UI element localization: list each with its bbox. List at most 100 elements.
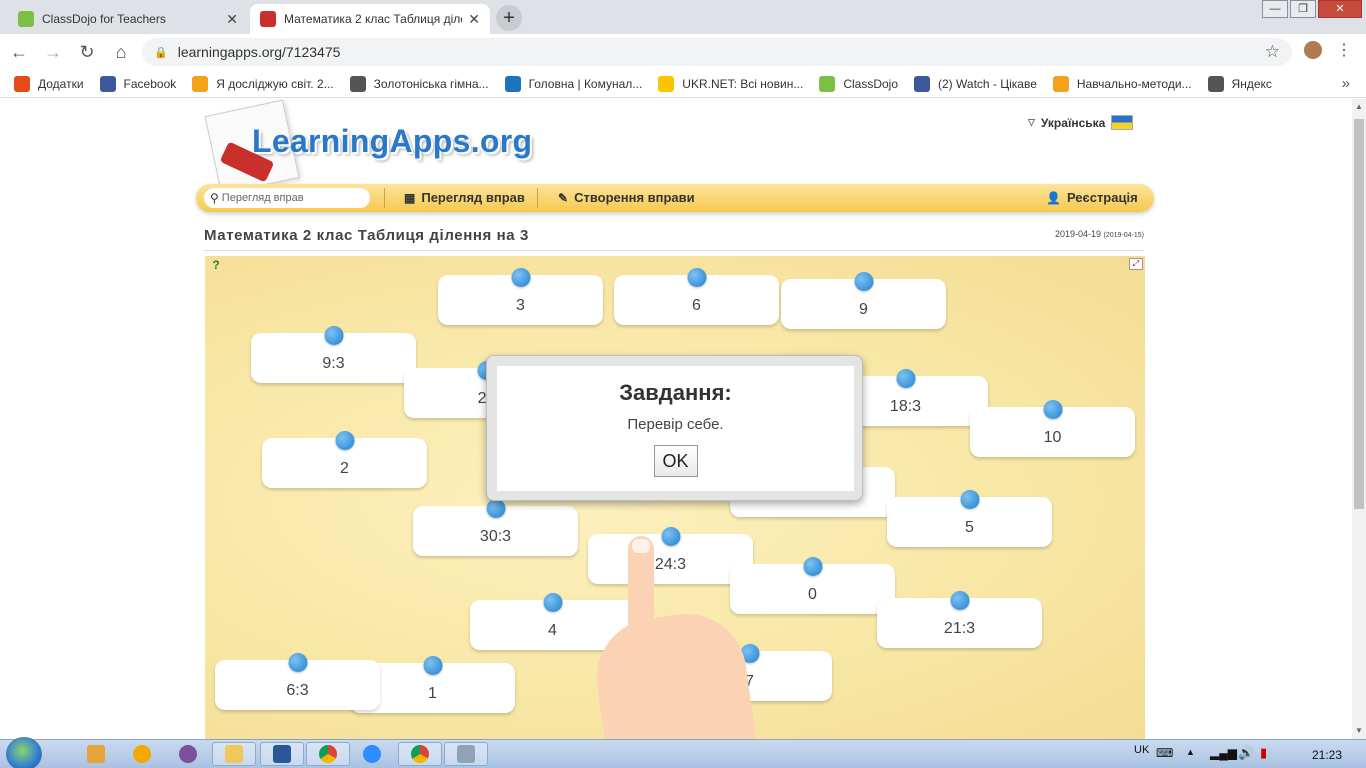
matching-card[interactable]: 24:3: [588, 527, 753, 584]
matching-card[interactable]: 21:3: [877, 591, 1042, 648]
pin-icon[interactable]: [486, 499, 505, 518]
start-button[interactable]: [6, 737, 42, 768]
tab-title: ClassDojo for Teachers: [42, 12, 166, 26]
site-logo[interactable]: LearningApps.org: [252, 123, 532, 160]
pin-icon[interactable]: [950, 591, 969, 610]
close-icon[interactable]: ✕: [468, 11, 480, 28]
pin-icon[interactable]: [687, 268, 706, 287]
card-label: 2: [340, 460, 349, 477]
bookmark-item[interactable]: Навчально-методи...: [1052, 75, 1192, 92]
bookmark-item[interactable]: Яндекс: [1207, 75, 1272, 92]
card-label: 24:3: [654, 556, 687, 573]
matching-card[interactable]: 9:3: [251, 326, 416, 383]
ok-button[interactable]: OK: [653, 445, 698, 477]
pin-icon[interactable]: [661, 527, 680, 546]
file-explorer-icon[interactable]: [212, 742, 256, 766]
scroll-up-icon[interactable]: ▲: [1352, 99, 1366, 115]
calculator-icon[interactable]: [444, 742, 488, 766]
bookmark-item[interactable]: (2) Watch - Цікаве: [914, 75, 1037, 92]
bookmark-item[interactable]: Додатки: [14, 75, 84, 92]
forward-arrow-icon[interactable]: →: [38, 42, 68, 63]
card-label: 18:3: [889, 398, 922, 415]
chrome-icon[interactable]: [306, 742, 350, 766]
viber-icon[interactable]: [168, 742, 208, 766]
matching-card[interactable]: 5: [887, 490, 1052, 547]
pin-icon[interactable]: [854, 272, 873, 291]
help-icon[interactable]: ?: [207, 258, 225, 274]
new-tab-button[interactable]: +: [496, 5, 522, 31]
scroll-thumb[interactable]: [1354, 119, 1364, 509]
minimize-icon[interactable]: —: [1262, 0, 1288, 18]
browse-label: Перегляд вправ: [421, 190, 525, 205]
matching-card[interactable]: 3: [438, 268, 603, 325]
pin-icon[interactable]: [423, 656, 442, 675]
volume-icon[interactable]: 🔊: [1238, 745, 1254, 761]
bookmark-item[interactable]: Facebook: [99, 75, 176, 92]
bookmark-label: ClassDojo: [843, 76, 899, 91]
learningapps-favicon-icon: [260, 11, 276, 27]
zoom-icon[interactable]: [352, 742, 392, 766]
network-icon[interactable]: ▂▄▆: [1210, 746, 1237, 760]
back-arrow-icon[interactable]: ←: [4, 42, 34, 63]
pin-icon[interactable]: [960, 490, 979, 509]
word-icon[interactable]: [260, 742, 304, 766]
browse-exercises-link[interactable]: ▦ Перегляд вправ: [404, 190, 525, 205]
tab-learningapps[interactable]: Математика 2 клас Таблиця діле ✕: [250, 4, 490, 34]
language-selector[interactable]: ▽ Українська: [1028, 115, 1134, 130]
window-close-icon[interactable]: ✕: [1318, 0, 1362, 18]
register-link[interactable]: 👤 Реєстрація: [1046, 190, 1138, 205]
chrome-icon[interactable]: [398, 742, 442, 766]
pin-icon[interactable]: [288, 653, 307, 672]
bookmark-item[interactable]: UKR.NET: Всі новин...: [658, 75, 803, 92]
clock[interactable]: 21:23: [1312, 748, 1342, 762]
battery-icon[interactable]: ▮: [1260, 745, 1267, 761]
reload-icon[interactable]: ↻: [72, 42, 102, 63]
page-scrollbar[interactable]: ▲ ▼: [1352, 99, 1366, 739]
media-player-icon[interactable]: [76, 742, 116, 766]
bookmark-item[interactable]: ClassDojo: [819, 75, 899, 92]
tab-title: Математика 2 клас Таблиця діле: [284, 12, 463, 26]
scroll-down-icon[interactable]: ▼: [1352, 723, 1366, 739]
home-icon[interactable]: ⌂: [106, 42, 136, 63]
matching-card[interactable]: 2: [262, 431, 427, 488]
matching-card[interactable]: 10: [970, 400, 1135, 457]
bookmark-label: Я досліджую світ. 2...: [216, 76, 334, 91]
close-icon[interactable]: ✕: [226, 11, 238, 28]
task-dialog: Завдання: Перевір себе. OK: [486, 355, 863, 501]
pin-icon[interactable]: [511, 268, 530, 287]
edge-icon: [504, 75, 521, 92]
create-exercise-link[interactable]: ✎ Створення вправи: [558, 190, 695, 205]
pin-icon[interactable]: [324, 326, 343, 345]
fullscreen-icon[interactable]: ⤢: [1129, 258, 1143, 270]
bookmark-item[interactable]: Я досліджую світ. 2...: [192, 75, 334, 92]
input-language[interactable]: UK: [1134, 744, 1149, 756]
nav-divider: [537, 188, 538, 208]
pin-icon[interactable]: [1043, 400, 1062, 419]
matching-card[interactable]: 6:3: [215, 653, 380, 710]
restore-icon[interactable]: ❐: [1290, 0, 1316, 18]
pin-icon[interactable]: [803, 557, 822, 576]
search-input[interactable]: ⚲ Перегляд вправ: [204, 188, 370, 208]
tray-arrow-icon[interactable]: ▲: [1186, 747, 1195, 757]
bookmark-star-icon[interactable]: ☆: [1265, 42, 1280, 62]
search-icon: ⚲: [210, 191, 219, 205]
tab-classdojo[interactable]: ClassDojo for Teachers ✕: [8, 4, 248, 34]
address-bar[interactable]: 🔒 learningapps.org/7123475 ☆: [142, 38, 1292, 66]
keyboard-icon[interactable]: ⌨: [1156, 746, 1173, 760]
bookmark-item[interactable]: Золотоніська гімна...: [349, 75, 489, 92]
lock-icon[interactable]: 🔒: [154, 46, 168, 59]
matching-card[interactable]: 9: [781, 272, 946, 329]
pin-icon[interactable]: [543, 593, 562, 612]
pin-icon[interactable]: [335, 431, 354, 450]
menu-dots-icon[interactable]: ⋮: [1336, 40, 1352, 60]
bookmark-item[interactable]: Головна | Комунал...: [504, 75, 642, 92]
windows-taskbar: UK ⌨ ▲ ▂▄▆ 🔊 ▮ 21:23: [0, 737, 1366, 768]
matching-card[interactable]: 0: [730, 557, 895, 614]
url-text: learningapps.org/7123475: [177, 44, 341, 60]
matching-card[interactable]: 30:3: [413, 499, 578, 556]
bookmarks-overflow-icon[interactable]: »: [1342, 75, 1350, 92]
pin-icon[interactable]: [896, 369, 915, 388]
profile-avatar[interactable]: [1302, 39, 1324, 61]
matching-card[interactable]: 6: [614, 268, 779, 325]
vlc-icon[interactable]: [122, 742, 162, 766]
